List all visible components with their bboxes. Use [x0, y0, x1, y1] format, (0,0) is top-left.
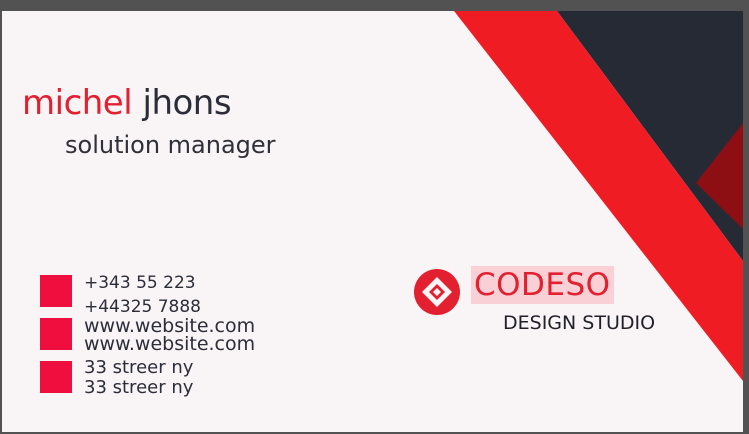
- square-icon: [40, 275, 72, 307]
- square-icon: [40, 318, 72, 350]
- brand-name: CODESO: [471, 266, 614, 304]
- last-name: jhons: [142, 83, 232, 123]
- first-name: michel: [22, 83, 133, 123]
- address-line: 33 streer ny: [84, 377, 194, 398]
- canvas-frame: michel jhons solution manager +343 55 22…: [0, 0, 749, 434]
- phone-lines: +343 55 223 +44325 7888: [84, 271, 201, 319]
- business-card: michel jhons solution manager +343 55 22…: [2, 11, 743, 432]
- person-name: michel jhons: [22, 83, 232, 123]
- job-title: solution manager: [65, 131, 276, 159]
- address-line: 33 streer ny: [84, 357, 194, 378]
- website-lines: www.website.com www.website.com: [84, 317, 256, 355]
- square-icon: [40, 361, 72, 393]
- brand-tagline: DESIGN STUDIO: [503, 312, 656, 334]
- website-link: www.website.com: [84, 333, 256, 355]
- phone-number: +343 55 223: [84, 273, 196, 293]
- diamond-in-circle-icon: [414, 269, 460, 315]
- address-lines: 33 streer ny 33 streer ny: [84, 358, 193, 398]
